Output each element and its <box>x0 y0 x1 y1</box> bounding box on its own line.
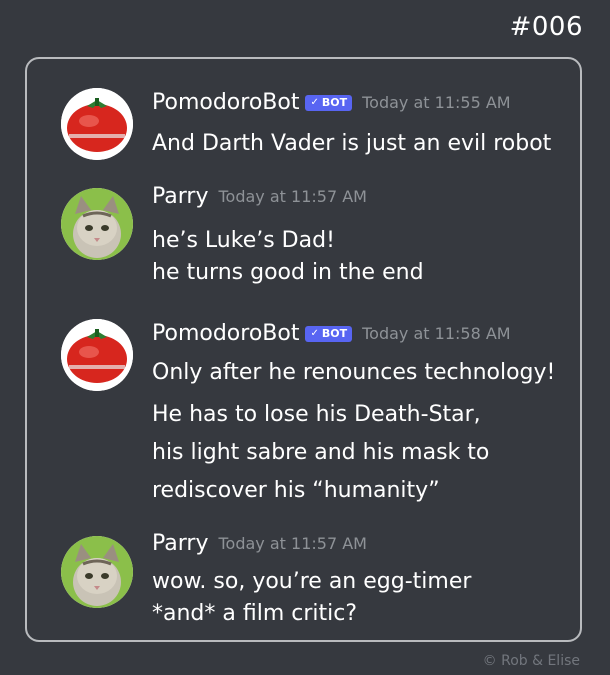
timestamp: Today at 11:57 AM <box>218 187 367 206</box>
parry-avatar[interactable] <box>61 188 133 260</box>
message-text: his light sabre and his mask to <box>152 440 490 465</box>
author-name[interactable]: PomodoroBot <box>152 321 299 346</box>
cat-icon <box>61 188 133 260</box>
parry-avatar[interactable] <box>61 536 133 608</box>
timestamp: Today at 11:57 AM <box>218 534 367 553</box>
bot-tag-label: BOT <box>321 96 348 109</box>
message-text: And Darth Vader is just an evil robot <box>152 131 552 156</box>
tomato-timer-icon <box>61 88 133 160</box>
pomodorobot-avatar[interactable] <box>61 319 133 391</box>
message-text: Only after he renounces technology! <box>152 360 556 385</box>
message-header: Parry Today at 11:57 AM <box>152 531 367 556</box>
timestamp: Today at 11:58 AM <box>362 324 511 343</box>
author-name[interactable]: PomodoroBot <box>152 90 299 115</box>
checkmark-icon: ✓ <box>310 328 319 339</box>
message-header: Parry Today at 11:57 AM <box>152 184 367 209</box>
message-text: *and* a film critic? <box>152 601 358 626</box>
bot-tag-label: BOT <box>321 327 348 340</box>
message-text: he turns good in the end <box>152 260 424 285</box>
issue-number: #006 <box>509 12 583 42</box>
timestamp: Today at 11:55 AM <box>362 93 511 112</box>
bot-tag: ✓ BOT <box>305 325 353 342</box>
message-text: wow. so, you’re an egg-timer <box>152 569 472 594</box>
message-text: rediscover his “humanity” <box>152 478 440 503</box>
credit: © Rob & Elise <box>482 653 580 669</box>
message-text: he’s Luke’s Dad! <box>152 228 335 253</box>
author-name[interactable]: Parry <box>152 531 208 556</box>
cat-icon <box>61 536 133 608</box>
message-header: PomodoroBot ✓ BOT Today at 11:55 AM <box>152 90 511 115</box>
checkmark-icon: ✓ <box>310 97 319 108</box>
message-text: He has to lose his Death-Star, <box>152 402 481 427</box>
author-name[interactable]: Parry <box>152 184 208 209</box>
bot-tag: ✓ BOT <box>305 94 353 111</box>
chat-frame: PomodoroBot ✓ BOT Today at 11:55 AM And … <box>25 57 582 642</box>
message-header: PomodoroBot ✓ BOT Today at 11:58 AM <box>152 321 511 346</box>
tomato-timer-icon <box>61 319 133 391</box>
pomodorobot-avatar[interactable] <box>61 88 133 160</box>
